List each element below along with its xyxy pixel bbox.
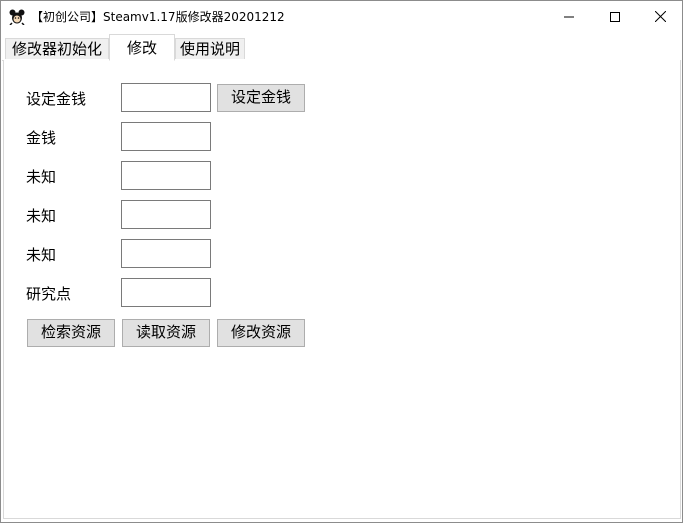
modify-resources-button[interactable]: 修改资源 <box>217 319 305 347</box>
title-bar: 【初创公司】Steamv1.17版修改器20201212 <box>1 1 682 32</box>
minimize-button[interactable] <box>546 1 592 32</box>
label-money: 金钱 <box>26 129 57 147</box>
money-input[interactable] <box>121 122 211 151</box>
label-unknown-3: 未知 <box>26 246 57 264</box>
app-window: 【初创公司】Steamv1.17版修改器20201212 修改器初始化 修改 使… <box>0 0 683 523</box>
label-unknown-1: 未知 <box>26 168 57 186</box>
tab-instructions[interactable]: 使用说明 <box>175 38 245 59</box>
tab-strip: 修改器初始化 修改 使用说明 <box>2 34 681 61</box>
mascot-icon <box>9 9 25 25</box>
close-icon <box>654 11 666 22</box>
unknown-input-3[interactable] <box>121 239 211 268</box>
set-money-button[interactable]: 设定金钱 <box>217 84 305 112</box>
minimize-icon <box>564 16 574 17</box>
maximize-icon <box>610 11 620 22</box>
search-resources-button[interactable]: 检索资源 <box>27 319 115 347</box>
unknown-input-2[interactable] <box>121 200 211 229</box>
close-button[interactable] <box>637 1 683 32</box>
set-money-input[interactable] <box>121 83 211 112</box>
tab-modify[interactable]: 修改 <box>109 34 175 61</box>
research-points-input[interactable] <box>121 278 211 307</box>
window-title: 【初创公司】Steamv1.17版修改器20201212 <box>31 10 285 24</box>
modify-panel <box>3 60 681 519</box>
label-set-money: 设定金钱 <box>26 90 87 108</box>
maximize-button[interactable] <box>592 1 638 32</box>
read-resources-button[interactable]: 读取资源 <box>122 319 210 347</box>
label-research-points: 研究点 <box>26 285 72 303</box>
label-unknown-2: 未知 <box>26 207 57 225</box>
unknown-input-1[interactable] <box>121 161 211 190</box>
tab-init[interactable]: 修改器初始化 <box>5 38 109 59</box>
